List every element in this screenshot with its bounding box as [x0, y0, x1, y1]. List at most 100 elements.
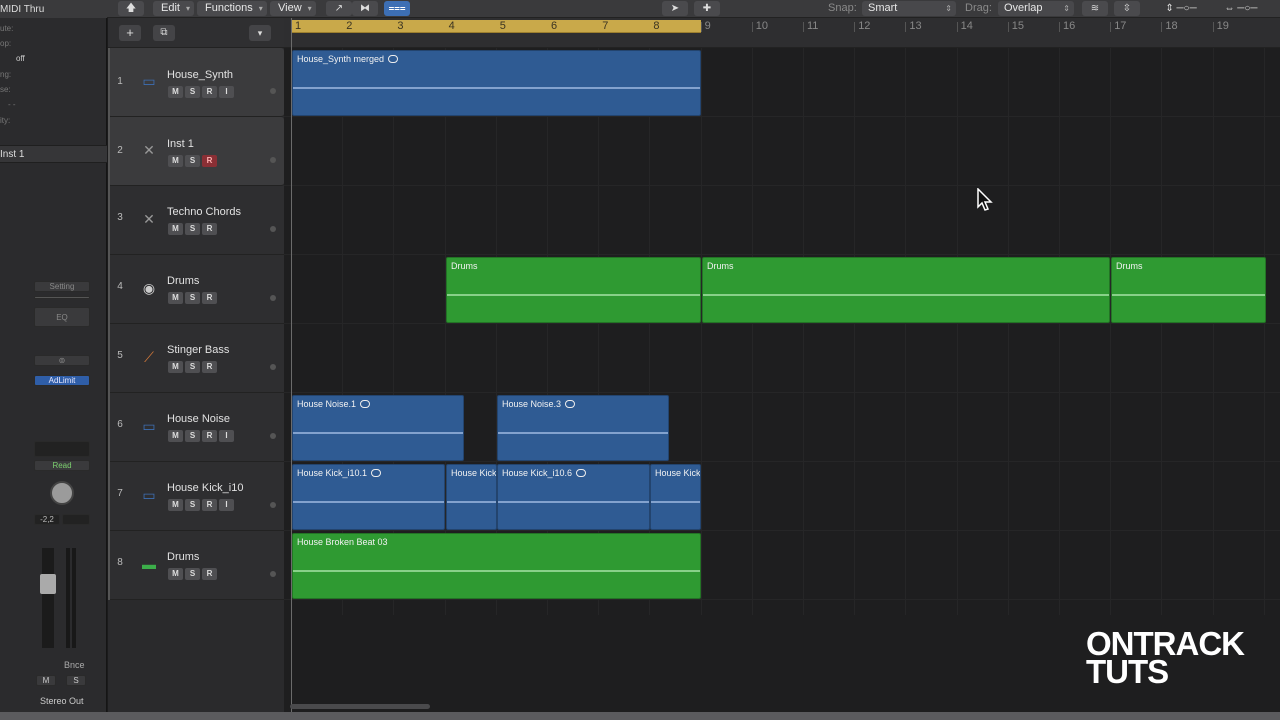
track-name[interactable]: Inst 1	[167, 137, 194, 152]
region[interactable]: House Noise.3	[497, 395, 669, 461]
track-volume-dot[interactable]	[270, 88, 276, 94]
cycle-area[interactable]	[291, 20, 701, 33]
inspector-row[interactable]: off	[16, 54, 25, 63]
region[interactable]: House Kick_i10.6	[497, 464, 650, 530]
synth-icon[interactable]: ▭	[136, 415, 162, 437]
track-record-button[interactable]: R	[202, 155, 217, 167]
track-options-icon[interactable]: ▾	[249, 25, 271, 41]
track-input-monitor-button[interactable]: I	[219, 499, 234, 511]
setting-button[interactable]: Setting	[34, 281, 90, 292]
track-mute-button[interactable]: M	[168, 499, 183, 511]
synth-icon[interactable]: ▭	[136, 484, 162, 506]
drums-icon[interactable]: ◉	[136, 277, 162, 299]
region[interactable]: House_Synth merged	[292, 50, 701, 116]
track-header[interactable]: 6 ▭ House Noise M S R I	[108, 393, 284, 462]
track-solo-button[interactable]: S	[185, 155, 200, 167]
track-input-monitor-button[interactable]: I	[219, 86, 234, 98]
track-solo-button[interactable]: S	[185, 223, 200, 235]
track-record-button[interactable]: R	[202, 499, 217, 511]
track-volume-dot[interactable]	[270, 295, 276, 301]
instrument-icon[interactable]: ✕	[136, 139, 162, 161]
track-header[interactable]: 2 ✕ Inst 1MSR	[108, 117, 284, 186]
track-mute-button[interactable]: M	[168, 430, 183, 442]
inspector-track-name[interactable]: Inst 1	[0, 145, 107, 163]
track-name[interactable]: House Noise	[167, 413, 230, 425]
track-volume-dot[interactable]	[270, 157, 276, 163]
track-record-button[interactable]: R	[202, 430, 217, 442]
track-mute-button[interactable]: M	[168, 292, 183, 304]
track-header[interactable]: 8 ▬ Drums M S R	[108, 531, 284, 600]
track-solo-button[interactable]: S	[185, 568, 200, 580]
track-mute-button[interactable]: M	[168, 223, 183, 235]
waveform-zoom-icon[interactable]: ≋	[1082, 1, 1108, 16]
flex-icon[interactable]: ⧓	[352, 1, 378, 16]
mute-button[interactable]: M	[36, 675, 56, 686]
adlimit-plugin[interactable]: AdLimit	[34, 375, 90, 386]
region[interactable]: Drums	[702, 257, 1110, 323]
eq-display[interactable]: EQ	[34, 307, 90, 327]
playhead[interactable]	[291, 18, 292, 720]
pointer-tool-icon[interactable]: ➤	[662, 1, 688, 16]
region[interactable]: House Kick	[446, 464, 497, 530]
bounce-label[interactable]: Bnce	[64, 660, 85, 670]
solo-button[interactable]: S	[66, 675, 86, 686]
track-record-button[interactable]: R	[202, 86, 217, 98]
bass-icon[interactable]: ⟋	[136, 346, 162, 368]
track-volume-dot[interactable]	[270, 502, 276, 508]
track-mute-button[interactable]: M	[168, 86, 183, 98]
track-header[interactable]: 4 ◉ Drums M S R	[108, 255, 284, 324]
link-icon[interactable]: ⊚	[34, 355, 90, 366]
track-record-button[interactable]: R	[202, 568, 217, 580]
region[interactable]: House Kick_i10.1	[292, 464, 445, 530]
region[interactable]: House Broken Beat 03	[292, 533, 701, 599]
send-slot[interactable]	[34, 441, 90, 457]
region[interactable]: Drums	[1111, 257, 1266, 323]
track-solo-button[interactable]: S	[185, 499, 200, 511]
synth-icon[interactable]: ▭	[136, 70, 162, 92]
track-record-button[interactable]: R	[202, 223, 217, 235]
horizontal-zoom-slider[interactable]: ⇔ ─○─	[1206, 1, 1276, 16]
region[interactable]: House Noise.1	[292, 395, 464, 461]
catch-playhead-icon[interactable]: ↗	[326, 1, 352, 16]
track-name[interactable]: House Kick_i10	[167, 482, 243, 494]
track-header[interactable]: 3 ✕ Techno Chords M S R	[108, 186, 284, 255]
track-volume-dot[interactable]	[270, 433, 276, 439]
track-header[interactable]: 7 ▭ House Kick_i10 M S R I	[108, 462, 284, 531]
track-name[interactable]: Drums	[167, 275, 199, 287]
secondary-tool-icon[interactable]: ✚	[694, 1, 720, 16]
track-solo-button[interactable]: S	[185, 292, 200, 304]
track-header[interactable]: 1 ▭ House_Synth M S R I	[108, 48, 284, 117]
track-name[interactable]: Drums	[167, 551, 199, 563]
track-header[interactable]: 5 ⟋ Stinger Bass M S R	[108, 324, 284, 393]
track-volume-dot[interactable]	[270, 364, 276, 370]
track-volume-dot[interactable]	[270, 226, 276, 232]
track-solo-button[interactable]: S	[185, 86, 200, 98]
track-input-monitor-button[interactable]: I	[219, 430, 234, 442]
track-mute-button[interactable]: M	[168, 568, 183, 580]
horizontal-scrollbar[interactable]	[290, 704, 430, 709]
track-solo-button[interactable]: S	[185, 430, 200, 442]
track-name[interactable]: Techno Chords	[167, 206, 241, 218]
edit-menu[interactable]: Edit	[153, 1, 194, 16]
drum-machine-icon[interactable]: ▬	[136, 553, 162, 575]
track-stack-icon[interactable]: ⧉	[153, 25, 175, 41]
track-name[interactable]: Stinger Bass	[167, 344, 229, 356]
view-menu[interactable]: View	[270, 1, 316, 16]
track-mute-button[interactable]: M	[168, 361, 183, 373]
tracks-area[interactable]: House_Synth merged Drums Drums Drums House N…	[284, 48, 1280, 720]
track-record-button[interactable]: R	[202, 361, 217, 373]
region[interactable]: House Kick	[650, 464, 701, 530]
back-arrow-icon[interactable]: 🡅	[118, 1, 144, 16]
track-mute-button[interactable]: M	[168, 155, 183, 167]
region[interactable]: Drums	[446, 257, 701, 323]
filter-icon[interactable]: ⩶	[384, 1, 410, 16]
track-record-button[interactable]: R	[202, 292, 217, 304]
pan-knob[interactable]	[50, 481, 74, 505]
automation-read[interactable]: Read	[34, 460, 90, 471]
instrument-icon[interactable]: ✕	[136, 208, 162, 230]
snap-select[interactable]: Smart ⇕	[862, 1, 956, 16]
track-volume-dot[interactable]	[270, 571, 276, 577]
functions-menu[interactable]: Functions	[197, 1, 267, 16]
drag-select[interactable]: Overlap ⇕	[998, 1, 1074, 16]
track-solo-button[interactable]: S	[185, 361, 200, 373]
